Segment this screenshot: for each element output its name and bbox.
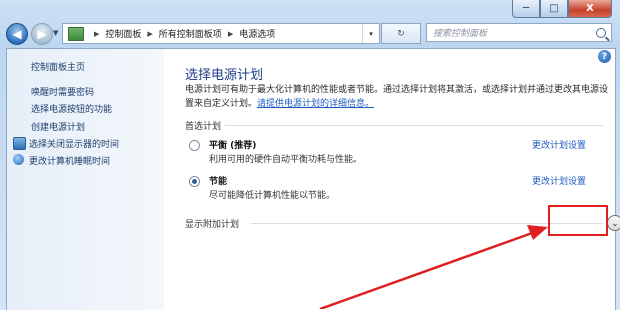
arrow-head <box>527 225 548 240</box>
arrow-shaft <box>319 230 536 309</box>
window: ─ □ X ◀ ▶ ▼ ▶ 控制面板 ▶ 所有控制面板项 ▶ 电源选项 ▾ ↻ … <box>0 0 620 310</box>
annotation-arrow <box>319 225 548 309</box>
